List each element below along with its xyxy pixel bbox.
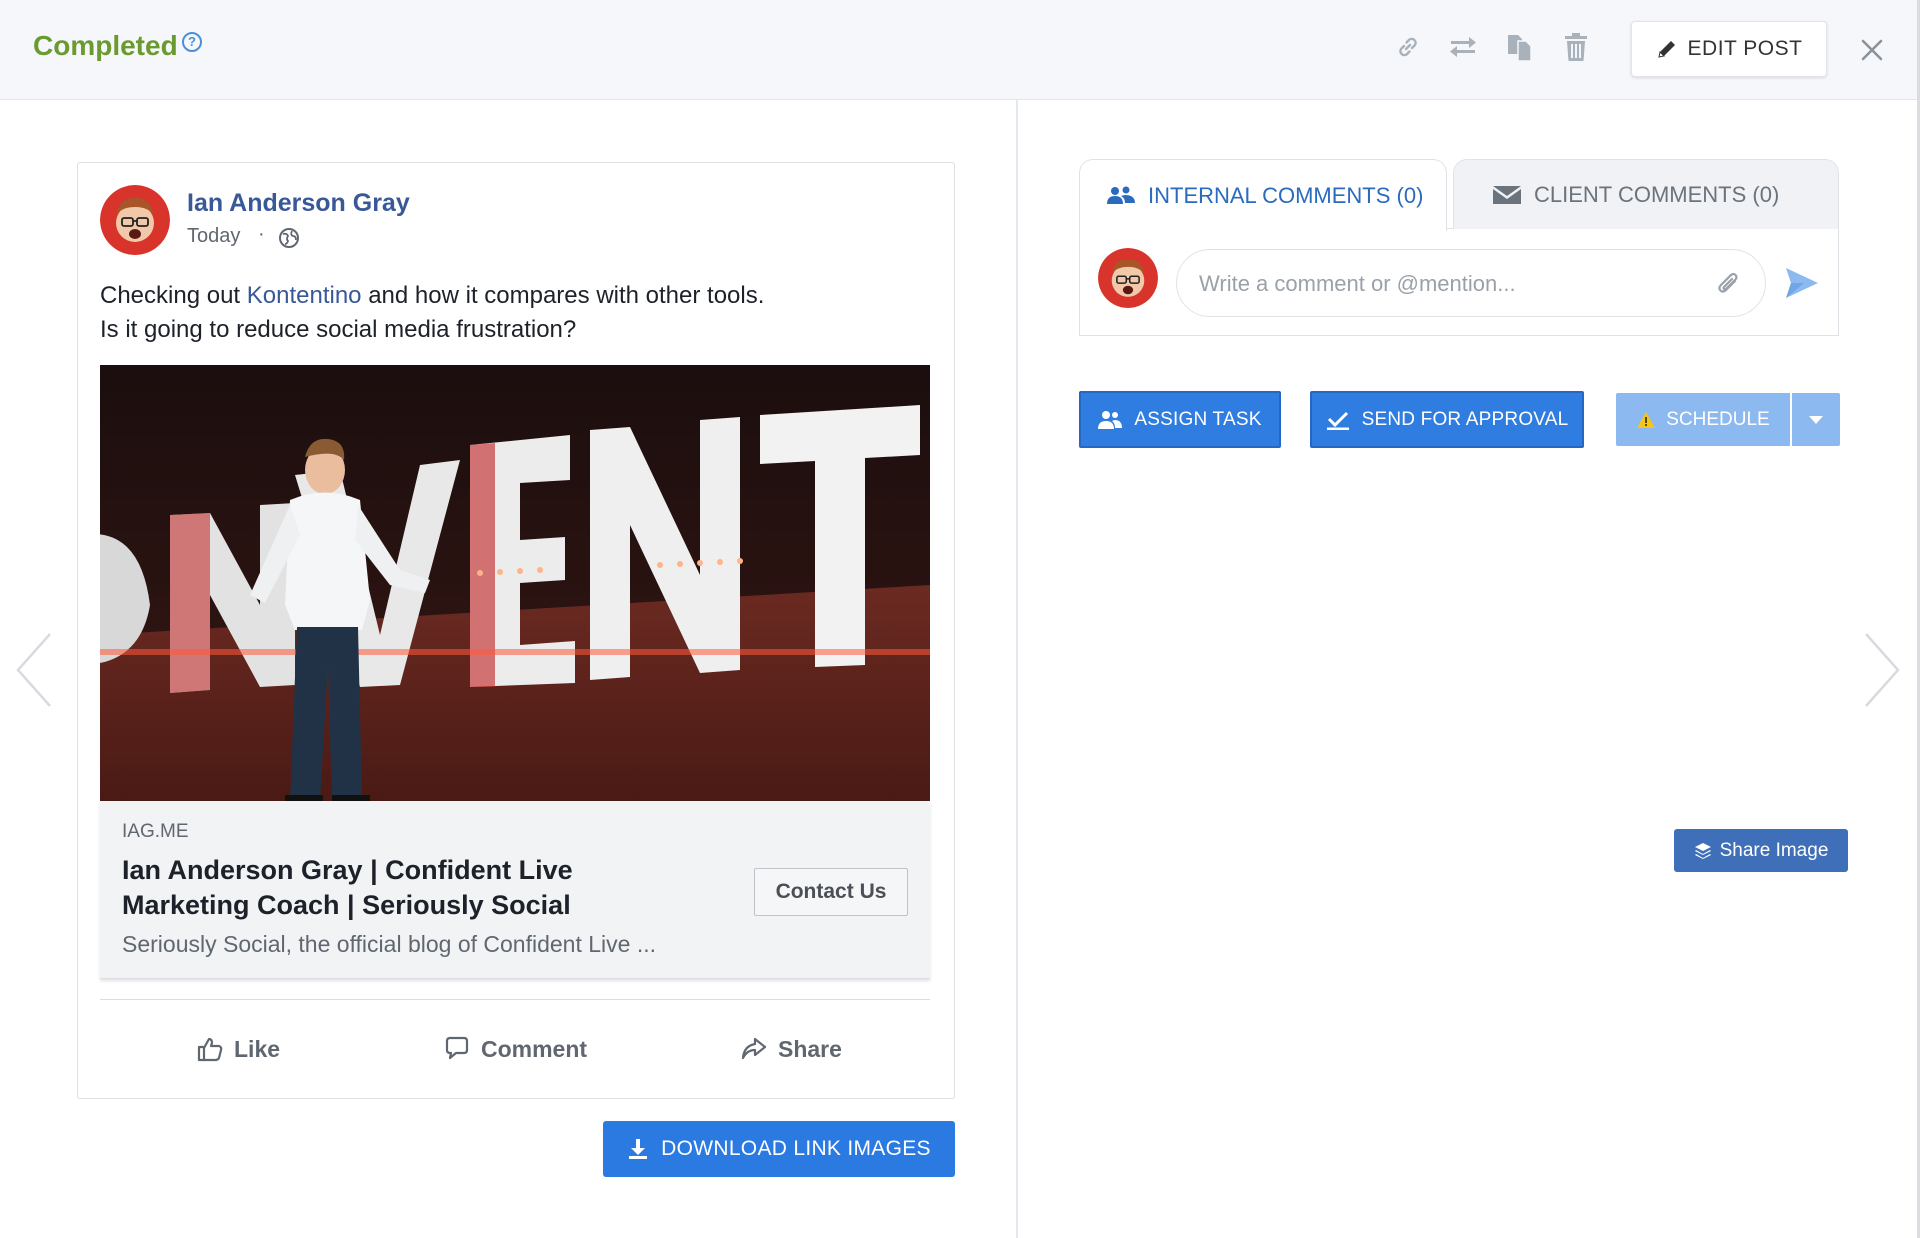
commenter-avatar — [1098, 248, 1158, 308]
help-icon[interactable]: ? — [182, 32, 202, 52]
share-arrow-icon — [741, 1037, 767, 1060]
download-icon — [629, 1139, 648, 1159]
tab-internal-label: INTERNAL COMMENTS (0) — [1148, 182, 1424, 208]
envelope-icon — [1493, 185, 1521, 204]
post-link-image[interactable] — [100, 365, 930, 801]
post-mention-link[interactable]: Kontentino — [247, 282, 362, 309]
panel-divider — [1016, 100, 1018, 1238]
globe-icon — [279, 228, 299, 248]
post-text-line1-before: Checking out — [100, 282, 247, 309]
previous-post-arrow-icon[interactable] — [14, 630, 54, 710]
users-icon — [1098, 410, 1123, 429]
send-for-approval-label: SEND FOR APPROVAL — [1361, 408, 1569, 430]
layers-icon — [1694, 842, 1711, 859]
post-text-line1-after: and how it compares with other tools. — [361, 282, 765, 309]
post-author-name[interactable]: Ian Anderson Gray — [187, 189, 410, 218]
post-date[interactable]: Today — [187, 225, 240, 248]
schedule-dropdown-toggle[interactable] — [1792, 393, 1840, 446]
trash-icon[interactable] — [1561, 32, 1591, 62]
post-message: Checking out Kontentino and how it compa… — [100, 279, 940, 347]
post-status: Completed — [33, 30, 178, 61]
schedule-label: SCHEDULE — [1666, 408, 1770, 430]
comment-input-wrapper — [1176, 249, 1766, 317]
share-image-label: Share Image — [1719, 839, 1829, 861]
copy-icon[interactable] — [1504, 32, 1534, 62]
download-label: DOWNLOAD LINK IMAGES — [661, 1137, 931, 1160]
post-text-line2: Is it going to reduce social media frust… — [100, 316, 577, 343]
assign-task-button[interactable]: ASSIGN TASK — [1079, 391, 1281, 448]
chevron-down-icon — [1809, 415, 1823, 424]
link-preview-title: Ian Anderson Gray | Confident Live Marke… — [122, 855, 573, 920]
send-for-approval-button[interactable]: SEND FOR APPROVAL — [1310, 391, 1584, 448]
edit-post-button[interactable]: EDIT POST — [1631, 21, 1827, 77]
modal-header: Completed ? EDIT POST — [0, 0, 1920, 100]
checkmark-icon — [1326, 411, 1349, 430]
share-image-button[interactable]: Share Image — [1674, 829, 1848, 872]
link-icon[interactable] — [1393, 32, 1423, 62]
post-detail-modal: Completed ? EDIT POST Ian Anderson Gray … — [0, 0, 1920, 1238]
share-label: Share — [778, 1035, 842, 1062]
comment-button[interactable]: Comment — [443, 1031, 587, 1067]
edit-post-label: EDIT POST — [1687, 37, 1803, 60]
next-post-arrow-icon[interactable] — [1862, 630, 1902, 710]
like-button[interactable]: Like — [196, 1031, 280, 1067]
tab-client-label: CLIENT COMMENTS (0) — [1534, 181, 1780, 207]
like-label: Like — [234, 1035, 281, 1062]
link-preview[interactable]: IAG.ME Ian Anderson Gray | Confident Liv… — [100, 801, 930, 979]
swap-icon[interactable] — [1448, 32, 1478, 62]
link-preview-description: Seriously Social, the official blog of C… — [122, 931, 656, 957]
users-icon — [1107, 186, 1135, 204]
post-preview-card: Ian Anderson Gray Today · Checking out K… — [77, 162, 955, 1099]
share-button[interactable]: Share — [740, 1031, 842, 1067]
pencil-icon — [1657, 41, 1675, 58]
tab-client-comments[interactable]: CLIENT COMMENTS (0) — [1453, 159, 1839, 229]
comment-bubble-icon — [445, 1036, 469, 1060]
close-icon[interactable] — [1858, 36, 1886, 64]
post-meta-separator: · — [258, 223, 265, 245]
comment-label: Comment — [481, 1035, 588, 1062]
comment-input[interactable] — [1199, 264, 1699, 304]
thumbs-up-icon — [197, 1037, 223, 1062]
assign-task-label: ASSIGN TASK — [1134, 408, 1262, 430]
author-avatar — [100, 185, 170, 255]
contact-us-button[interactable]: Contact Us — [754, 868, 908, 916]
schedule-button[interactable]: SCHEDULE — [1616, 393, 1790, 446]
link-preview-domain: IAG.ME — [122, 821, 189, 842]
send-icon[interactable] — [1784, 266, 1820, 300]
tab-internal-comments[interactable]: INTERNAL COMMENTS (0) — [1079, 159, 1447, 231]
paperclip-icon[interactable] — [1715, 270, 1743, 298]
actions-divider — [100, 999, 930, 1000]
warning-icon — [1637, 411, 1656, 428]
download-link-images-button[interactable]: DOWNLOAD LINK IMAGES — [603, 1121, 955, 1177]
